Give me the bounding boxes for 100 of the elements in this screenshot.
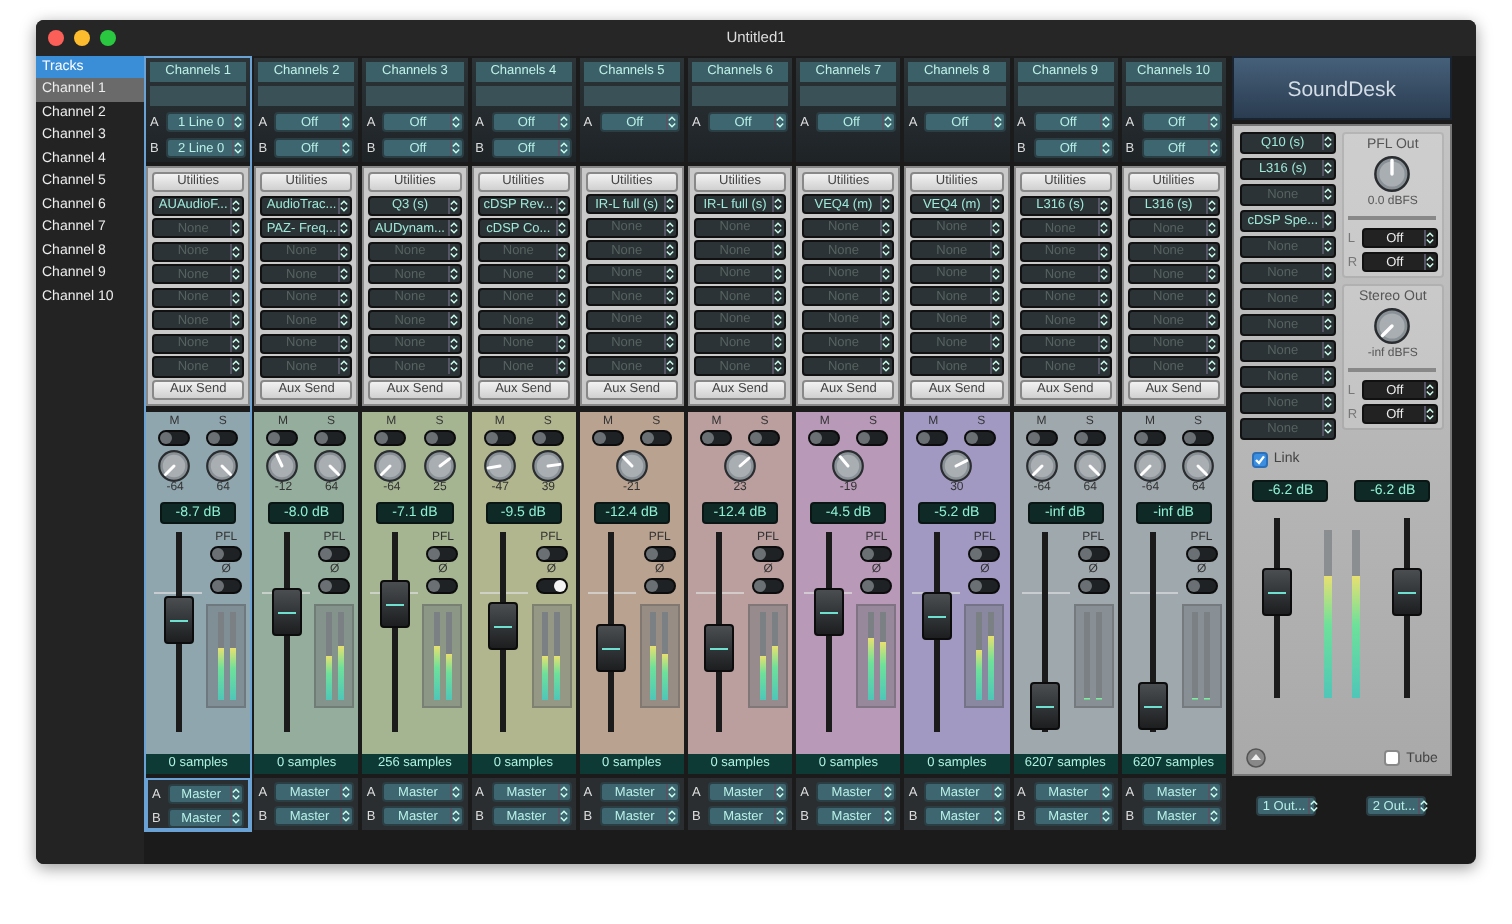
toggle-switch[interactable] [374, 430, 407, 446]
knob[interactable] [1374, 156, 1411, 192]
toggle-switch[interactable] [266, 430, 299, 446]
toggle-switch[interactable] [1185, 578, 1218, 594]
fader-handle[interactable] [1138, 682, 1169, 730]
name-field[interactable] [908, 86, 1005, 106]
knob[interactable] [483, 450, 516, 482]
fader-handle[interactable] [379, 580, 410, 628]
toggle-switch[interactable] [964, 429, 997, 446]
toggle-switch[interactable] [1077, 546, 1110, 562]
name-field[interactable] [258, 86, 355, 106]
toggle-switch[interactable] [206, 430, 239, 446]
chevrons-icon [340, 140, 351, 156]
chevrons-icon [665, 114, 676, 130]
fader-handle[interactable] [813, 587, 844, 636]
toggle-switch[interactable] [808, 429, 841, 446]
name-field[interactable] [475, 86, 572, 106]
toggle-switch[interactable] [643, 577, 676, 594]
toggle-switch[interactable] [318, 546, 351, 562]
knob[interactable] [1181, 450, 1214, 482]
fader-handle[interactable] [1392, 567, 1423, 616]
knob[interactable] [206, 450, 239, 482]
knob[interactable] [940, 449, 973, 482]
toggle-switch[interactable] [1077, 578, 1110, 594]
chevrons-icon [338, 266, 349, 283]
name-field[interactable] [1017, 86, 1114, 106]
knob[interactable] [266, 450, 299, 482]
toggle-switch[interactable] [916, 429, 949, 446]
chevrons-icon [447, 335, 458, 352]
fader-handle[interactable] [704, 623, 735, 672]
toggle-switch[interactable] [752, 545, 785, 562]
toggle-switch[interactable] [535, 578, 568, 594]
toggle-switch[interactable] [426, 546, 459, 562]
chevrons-icon [1099, 784, 1110, 800]
minimize-icon[interactable] [74, 30, 90, 46]
chevrons-icon [663, 334, 674, 351]
toggle-switch[interactable] [968, 545, 1001, 562]
toggle-switch[interactable] [968, 577, 1001, 594]
toggle-switch[interactable] [748, 429, 781, 446]
zoom-icon[interactable] [100, 30, 116, 46]
name-field[interactable] [583, 86, 680, 106]
toggle-switch[interactable] [483, 430, 516, 446]
chevrons-icon [880, 288, 891, 305]
toggle-switch[interactable] [1133, 430, 1166, 446]
toggle-switch[interactable] [643, 545, 676, 562]
fader-handle[interactable] [163, 596, 193, 644]
knob[interactable] [374, 450, 407, 482]
name-field[interactable] [366, 86, 464, 106]
knob[interactable] [1374, 308, 1411, 344]
close-icon[interactable] [48, 30, 64, 46]
toggle-switch[interactable] [535, 546, 568, 562]
toggle-switch[interactable] [856, 429, 889, 446]
fader-handle[interactable] [271, 588, 302, 636]
chevrons-icon [230, 266, 241, 283]
toggle-switch[interactable] [318, 578, 351, 594]
checkbox[interactable] [1251, 451, 1268, 467]
toggle-switch[interactable] [423, 430, 456, 446]
knob[interactable] [531, 450, 564, 482]
name-field[interactable] [150, 86, 247, 106]
fader-handle[interactable] [1030, 682, 1060, 730]
fader-handle[interactable] [921, 591, 952, 640]
knob[interactable] [1025, 450, 1058, 482]
knob[interactable] [158, 450, 191, 482]
toggle-switch[interactable] [860, 545, 893, 562]
toggle-switch[interactable] [1025, 430, 1058, 446]
checkbox[interactable] [1384, 750, 1401, 766]
toggle-switch[interactable] [1181, 430, 1214, 446]
toggle-switch[interactable] [752, 577, 785, 594]
fader-handle[interactable] [1261, 567, 1292, 616]
fader-handle[interactable] [596, 623, 627, 672]
chevrons-icon [230, 810, 241, 826]
chevrons-icon [555, 197, 566, 214]
toggle-switch[interactable] [210, 546, 243, 562]
knob[interactable] [832, 449, 865, 482]
toggle-switch[interactable] [158, 430, 191, 446]
knob[interactable] [423, 450, 456, 482]
chevrons-icon [665, 808, 676, 824]
toggle-switch[interactable] [531, 430, 564, 446]
toggle-switch[interactable] [1073, 430, 1106, 446]
chevrons-icon [340, 114, 351, 130]
toggle-switch[interactable] [1185, 546, 1218, 562]
knob[interactable] [724, 449, 757, 482]
app-title: SoundDesk [1231, 56, 1452, 120]
knob[interactable] [314, 450, 347, 482]
toggle-switch[interactable] [699, 429, 732, 446]
toggle-switch[interactable] [591, 429, 624, 446]
circle-icon[interactable] [1245, 748, 1266, 768]
knob[interactable] [615, 449, 648, 482]
name-field[interactable] [1125, 86, 1222, 106]
fader-handle[interactable] [488, 602, 519, 650]
toggle-switch[interactable] [426, 578, 459, 594]
chevrons-icon [991, 808, 1001, 824]
name-field[interactable] [691, 86, 789, 106]
toggle-switch[interactable] [639, 429, 672, 446]
toggle-switch[interactable] [210, 578, 243, 594]
knob[interactable] [1133, 450, 1166, 482]
toggle-switch[interactable] [860, 577, 893, 594]
name-field[interactable] [800, 86, 897, 106]
knob[interactable] [1073, 450, 1106, 482]
toggle-switch[interactable] [314, 430, 347, 446]
